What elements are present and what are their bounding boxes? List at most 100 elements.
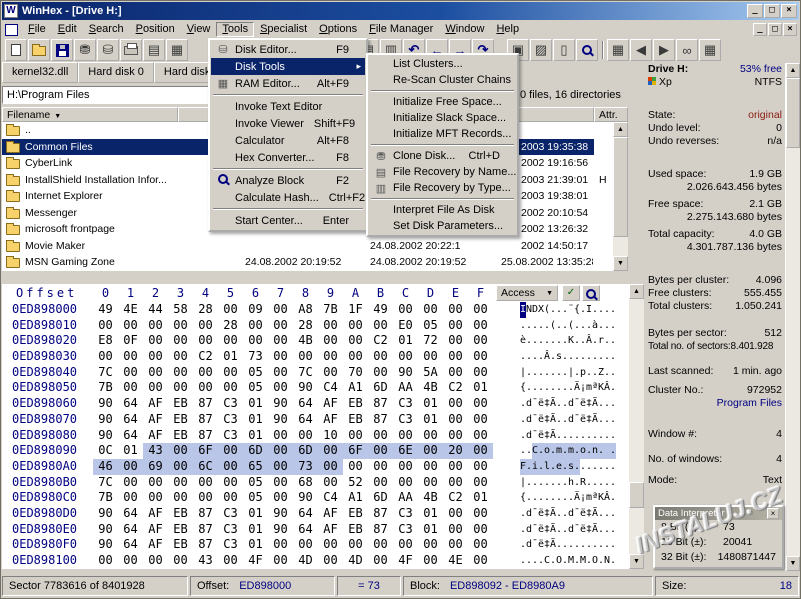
hex-byte[interactable]: 7B: [318, 302, 343, 318]
hex-byte[interactable]: 64: [118, 506, 143, 522]
hex-byte[interactable]: 01: [418, 412, 443, 428]
hex-byte[interactable]: 00: [418, 475, 443, 491]
hex-byte[interactable]: 00: [268, 318, 293, 334]
menu-file-manager[interactable]: File Manager: [363, 22, 439, 37]
hex-byte[interactable]: 4E: [443, 553, 468, 569]
hex-byte[interactable]: 87: [368, 506, 393, 522]
menu-item-initialize-slack-space[interactable]: Initialize Slack Space...: [369, 110, 516, 126]
print-button[interactable]: [120, 39, 142, 61]
ascii-column[interactable]: INDX(...¨{.I....: [520, 302, 616, 318]
hex-byte[interactable]: 00: [293, 349, 318, 365]
hex-byte[interactable]: 00: [218, 553, 243, 569]
new-file-button[interactable]: [5, 39, 27, 61]
access-dropdown[interactable]: Access ▼: [496, 285, 558, 301]
hex-byte[interactable]: 00: [343, 459, 368, 475]
menu-search[interactable]: Search: [83, 22, 130, 37]
hex-byte[interactable]: 05: [418, 318, 443, 334]
menu-item-clone-disk[interactable]: ⛃Clone Disk...Ctrl+D: [369, 148, 516, 164]
hex-byte[interactable]: 5A: [418, 365, 443, 381]
hex-byte[interactable]: 01: [243, 396, 268, 412]
hex-byte[interactable]: 4D: [343, 553, 368, 569]
hex-byte[interactable]: EB: [343, 396, 368, 412]
hex-byte[interactable]: 00: [318, 318, 343, 334]
child-minimize-button[interactable]: _: [753, 23, 767, 36]
hex-byte[interactable]: 00: [168, 459, 193, 475]
hex-byte[interactable]: 00: [443, 428, 468, 444]
hex-byte[interactable]: 49: [368, 302, 393, 318]
hex-byte[interactable]: 00: [443, 333, 468, 349]
hex-byte[interactable]: 00: [193, 380, 218, 396]
hex-byte[interactable]: 10: [318, 428, 343, 444]
hex-byte[interactable]: 64: [118, 396, 143, 412]
hex-byte[interactable]: EB: [343, 412, 368, 428]
hex-byte[interactable]: 00: [93, 318, 118, 334]
hex-byte[interactable]: 4E: [118, 302, 143, 318]
scroll-down-icon[interactable]: ▼: [786, 556, 800, 571]
ascii-column[interactable]: .....(..(...à...: [520, 318, 616, 334]
hex-byte[interactable]: 00: [318, 333, 343, 349]
hex-byte[interactable]: A1: [343, 490, 368, 506]
hex-byte[interactable]: 00: [118, 318, 143, 334]
menu-position[interactable]: Position: [130, 22, 181, 37]
hex-byte[interactable]: 00: [443, 365, 468, 381]
hex-byte[interactable]: 73: [293, 459, 318, 475]
ascii-column[interactable]: .d¯ë‡Ã..d¯ë‡Ã...: [520, 506, 616, 522]
hex-byte[interactable]: 01: [243, 522, 268, 538]
hex-byte[interactable]: 6F: [193, 443, 218, 459]
tab-kernel32-dll[interactable]: kernel32.dll: [2, 62, 78, 83]
hex-byte[interactable]: 00: [343, 333, 368, 349]
hex-byte[interactable]: 00: [268, 553, 293, 569]
hex-byte[interactable]: 00: [268, 428, 293, 444]
hex-byte[interactable]: 00: [393, 537, 418, 553]
hex-byte[interactable]: 01: [468, 380, 493, 396]
menu-window[interactable]: Window: [439, 22, 490, 37]
hex-byte[interactable]: 87: [193, 522, 218, 538]
menu-item-invoke-text-editor[interactable]: Invoke Text Editor: [211, 98, 365, 115]
hex-byte[interactable]: 87: [193, 412, 218, 428]
hex-byte[interactable]: 01: [118, 443, 143, 459]
hex-byte[interactable]: 00: [318, 459, 343, 475]
hex-byte[interactable]: 4F: [243, 553, 268, 569]
hex-byte[interactable]: 00: [218, 333, 243, 349]
menu-item-calculator[interactable]: CalculatorAlt+F8: [211, 132, 365, 149]
hex-byte[interactable]: 00: [468, 537, 493, 553]
hex-byte[interactable]: 00: [468, 506, 493, 522]
calculator-button[interactable]: ▦: [607, 39, 629, 61]
hex-byte[interactable]: 00: [468, 396, 493, 412]
hex-byte[interactable]: 00: [468, 428, 493, 444]
hex-byte[interactable]: 00: [418, 349, 443, 365]
hex-byte[interactable]: C2: [368, 333, 393, 349]
maximize-button[interactable]: □: [764, 4, 780, 18]
hex-byte[interactable]: 00: [443, 475, 468, 491]
hex-byte[interactable]: 00: [168, 365, 193, 381]
hex-byte[interactable]: A8: [293, 302, 318, 318]
hex-byte[interactable]: 87: [193, 428, 218, 444]
child-window-icon[interactable]: [5, 24, 18, 36]
hex-byte[interactable]: 00: [93, 349, 118, 365]
save-button[interactable]: [51, 39, 73, 61]
hex-row[interactable]: 0ED898000494E445828000900A87B1F490000000…: [2, 302, 628, 318]
menu-item-list-clusters[interactable]: List Clusters...: [369, 56, 516, 72]
menu-item-file-recovery-by-type[interactable]: ▥File Recovery by Type...: [369, 180, 516, 196]
menu-item-initialize-mft-records[interactable]: Initialize MFT Records...: [369, 126, 516, 142]
hex-byte[interactable]: 00: [318, 349, 343, 365]
hex-row[interactable]: 0ED898020E80F0000000000004B0000C20172000…: [2, 333, 628, 349]
hex-byte[interactable]: 00: [318, 443, 343, 459]
hex-byte[interactable]: 00: [443, 459, 468, 475]
hex-byte[interactable]: 00: [168, 349, 193, 365]
hex-byte[interactable]: 00: [193, 475, 218, 491]
hex-row[interactable]: 0ED898010000000000028000028000000E005000…: [2, 318, 628, 334]
scroll-down-icon[interactable]: ▼: [629, 554, 644, 569]
hex-byte[interactable]: 90: [93, 522, 118, 538]
hex-byte[interactable]: 43: [143, 443, 168, 459]
hex-byte[interactable]: 00: [268, 490, 293, 506]
hex-byte[interactable]: 00: [368, 365, 393, 381]
hex-byte[interactable]: 00: [443, 302, 468, 318]
hex-byte[interactable]: 49: [93, 302, 118, 318]
menu-edit[interactable]: Edit: [52, 22, 83, 37]
hex-byte[interactable]: 01: [468, 490, 493, 506]
hex-byte[interactable]: 52: [343, 475, 368, 491]
hex-byte[interactable]: 73: [243, 349, 268, 365]
menu-item-set-disk-parameters[interactable]: Set Disk Parameters...: [369, 218, 516, 234]
hex-byte[interactable]: 00: [393, 475, 418, 491]
